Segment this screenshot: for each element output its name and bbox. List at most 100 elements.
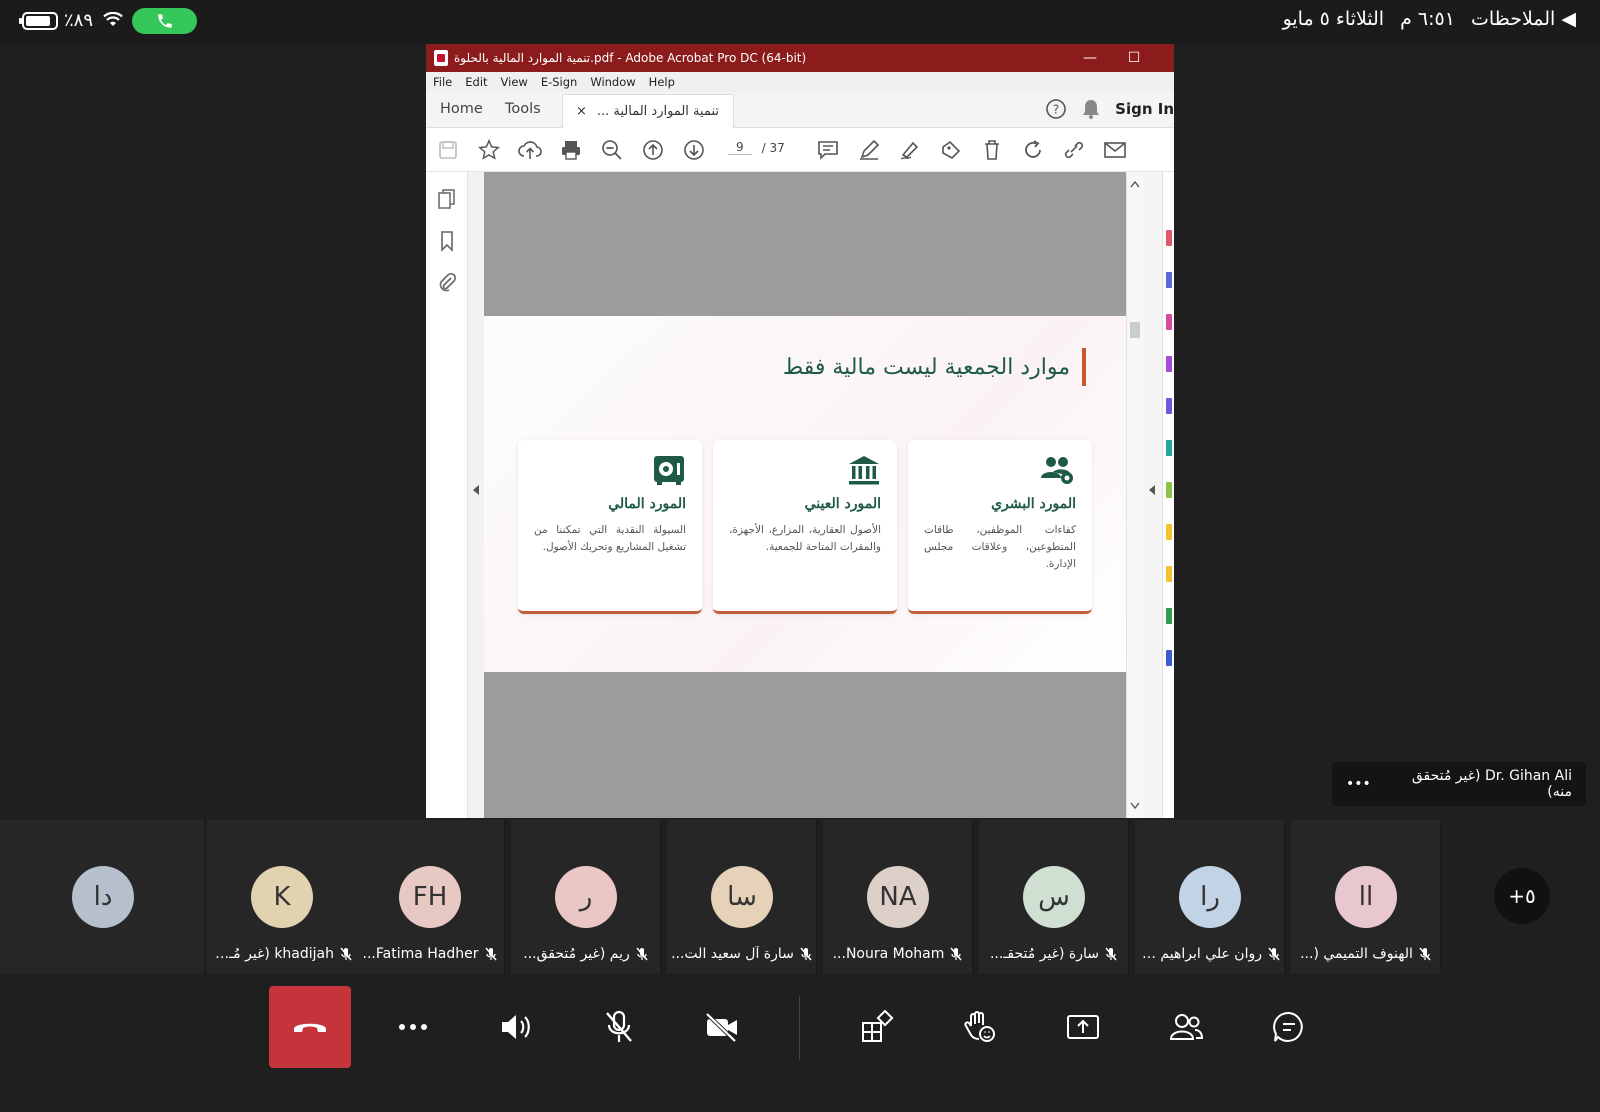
menu-edit[interactable]: Edit	[465, 75, 487, 89]
tool-scan-icon[interactable]	[1166, 440, 1172, 456]
upload-cloud-icon[interactable]	[518, 138, 542, 162]
avatar: K	[251, 866, 313, 928]
menu-window[interactable]: Window	[590, 75, 635, 89]
share-screen-button[interactable]	[1042, 986, 1124, 1068]
participant-tile[interactable]: NA Noura Moham...	[823, 820, 973, 974]
star-icon[interactable]	[477, 138, 501, 162]
back-to-notes-link[interactable]: ◀ الملاحظات	[1471, 8, 1576, 30]
left-panel-collapse[interactable]	[468, 172, 484, 818]
shared-screen-acrobat: تنمية الموارد المالية بالحلوة.pdf - Adob…	[426, 44, 1174, 818]
card-human-resource: المورد البشري كفاءات الموظفين، طاقات الم…	[908, 440, 1092, 614]
tool-fill-sign-icon[interactable]	[1166, 524, 1172, 540]
tool-optimize-icon[interactable]	[1166, 608, 1172, 624]
tool-create-icon[interactable]	[1166, 272, 1172, 288]
more-options-button[interactable]	[372, 986, 454, 1068]
sign-icon[interactable]	[898, 138, 922, 162]
microphone-off-icon	[1419, 947, 1431, 961]
camera-button[interactable]	[681, 986, 763, 1068]
menu-file[interactable]: File	[433, 75, 452, 89]
email-icon[interactable]	[1103, 138, 1127, 162]
tool-comment-icon[interactable]	[1166, 398, 1172, 414]
participant-tile[interactable]: سا سارة آل سعيد الت...	[667, 820, 817, 974]
participants-button[interactable]	[1145, 986, 1227, 1068]
card-text: كفاءات الموظفين، طاقات المتطوعين، وعلاقا…	[924, 524, 1076, 570]
tab-bar: Home Tools تنمية الموارد المالية ... × ?…	[426, 92, 1174, 128]
scroll-thumb[interactable]	[1130, 322, 1140, 338]
participant-tile[interactable]: دا	[0, 820, 205, 974]
highlight-pen-icon[interactable]	[857, 138, 881, 162]
participant-name: روان علي ابراهيم ا...	[1139, 946, 1280, 962]
tool-more-icon[interactable]	[1166, 650, 1172, 666]
participant-tile[interactable]: ر ريم (غير مُتحقق...	[511, 820, 661, 974]
previous-page-icon[interactable]	[641, 138, 665, 162]
bell-icon[interactable]	[1081, 98, 1101, 120]
close-tab-icon[interactable]: ×	[576, 104, 587, 119]
vertical-scrollbar[interactable]	[1126, 172, 1142, 818]
participant-tile[interactable]: FH Fatima Hadher...	[355, 820, 505, 974]
battery-percentage: ٪٨٩	[64, 10, 94, 31]
tab-bar-right: ? Sign In	[1045, 98, 1174, 120]
tab-document[interactable]: تنمية الموارد المالية ... ×	[562, 94, 734, 128]
menu-view[interactable]: View	[501, 75, 528, 89]
people-gear-icon	[1041, 457, 1073, 484]
title-accent-bar	[1082, 348, 1086, 386]
link-icon[interactable]	[1062, 138, 1086, 162]
tool-organize-icon[interactable]	[1166, 314, 1172, 330]
avatar: سا	[711, 866, 773, 928]
chat-button[interactable]	[1248, 986, 1330, 1068]
menu-help[interactable]: Help	[649, 75, 675, 89]
participant-tile[interactable]: را روان علي ابراهيم ا...	[1135, 820, 1285, 974]
avatar: FH	[399, 866, 461, 928]
card-title: المورد العيني	[804, 496, 881, 512]
hang-up-icon	[294, 1023, 326, 1032]
participant-name-text: ريم (غير مُتحقق...	[523, 946, 630, 962]
zoom-out-icon[interactable]	[600, 138, 624, 162]
stamp-icon[interactable]	[939, 138, 963, 162]
left-rail	[426, 172, 468, 818]
participant-name: Fatima Hadher...	[359, 946, 500, 962]
status-right-group: ◀ الملاحظات ٦:٥١ م الثلاثاء ٥ مايو	[1283, 8, 1576, 30]
maximize-icon[interactable]: ☐	[1112, 44, 1156, 72]
pages-panel-icon[interactable]	[436, 188, 458, 210]
attachment-icon[interactable]	[436, 272, 458, 294]
scroll-down-icon[interactable]	[1130, 802, 1140, 810]
tool-protect-icon[interactable]	[1166, 482, 1172, 498]
active-call-pill[interactable]	[132, 8, 197, 34]
rotate-icon[interactable]	[1021, 138, 1045, 162]
document-tab-label: تنمية الموارد المالية ...	[596, 104, 719, 119]
help-icon[interactable]: ?	[1045, 98, 1067, 120]
more-participants-button[interactable]: +٥	[1494, 868, 1550, 924]
menu-esign[interactable]: E-Sign	[541, 75, 578, 89]
mute-button[interactable]	[578, 986, 660, 1068]
status-bar: ٪٨٩ ◀ الملاحظات ٦:٥١ م الثلاثاء ٥ مايو	[0, 0, 1600, 44]
microphone-off-icon	[340, 947, 352, 961]
participant-name: الهنوف التميمي (...	[1295, 946, 1436, 962]
next-page-icon[interactable]	[682, 138, 706, 162]
participant-tile[interactable]: س سارة (غير مُتحقـ...	[979, 820, 1129, 974]
caret-left-icon	[1149, 485, 1155, 495]
save-icon[interactable]	[436, 138, 460, 162]
hang-up-button[interactable]	[269, 986, 351, 1068]
participant-name-text: Fatima Hadher...	[362, 946, 479, 962]
tool-export-icon[interactable]	[1166, 230, 1172, 246]
speaker-button[interactable]	[475, 986, 557, 1068]
comment-icon[interactable]	[816, 138, 840, 162]
raise-hand-button[interactable]	[939, 986, 1021, 1068]
tool-edit-icon[interactable]	[1166, 356, 1172, 372]
sign-in-link[interactable]: Sign In	[1115, 100, 1174, 118]
presenter-more-icon[interactable]: •••	[1346, 776, 1371, 792]
print-icon[interactable]	[559, 138, 583, 162]
delete-icon[interactable]	[980, 138, 1004, 162]
control-divider	[799, 996, 800, 1060]
pdf-page: موارد الجمعية ليست مالية فقط المورد البش…	[484, 316, 1126, 672]
tab-tools[interactable]: Tools	[505, 101, 541, 117]
tool-send-icon[interactable]	[1166, 566, 1172, 582]
participant-tile[interactable]: اا الهنوف التميمي (...	[1291, 820, 1441, 974]
tab-home[interactable]: Home	[440, 101, 483, 117]
bookmark-icon[interactable]	[436, 230, 458, 252]
page-number-input[interactable]: 9	[728, 140, 752, 155]
scroll-up-icon[interactable]	[1130, 180, 1140, 188]
minimize-icon[interactable]: —	[1068, 44, 1112, 72]
apps-button[interactable]	[836, 986, 918, 1068]
participant-tile[interactable]: Kkhadijah (غير مُـ...)	[207, 820, 357, 974]
